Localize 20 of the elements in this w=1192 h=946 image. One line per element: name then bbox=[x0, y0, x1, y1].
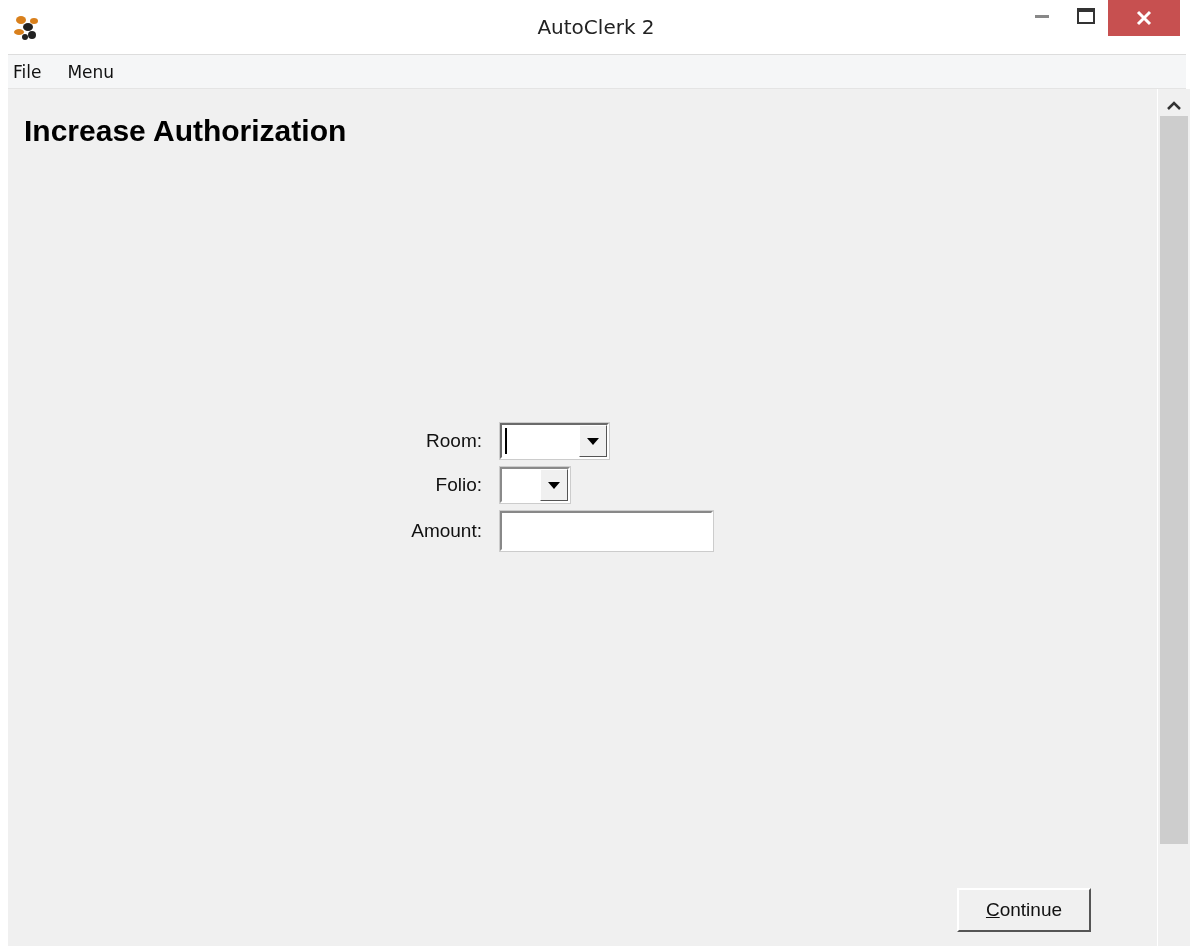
page-heading: Increase Authorization bbox=[24, 114, 348, 148]
close-button[interactable] bbox=[1108, 0, 1180, 36]
menu-item[interactable]: Menu bbox=[54, 61, 128, 82]
scroll-up-icon[interactable] bbox=[1167, 101, 1181, 110]
menu-item[interactable]: File bbox=[8, 61, 55, 82]
field-label: Amount: bbox=[411, 520, 482, 542]
maximize-icon bbox=[1077, 8, 1095, 24]
minimize-icon bbox=[1035, 14, 1049, 18]
close-icon bbox=[1136, 10, 1152, 26]
continue-button[interactable]: Continue bbox=[957, 888, 1091, 932]
scroll-thumb[interactable] bbox=[1160, 116, 1188, 844]
caret-icon bbox=[548, 481, 560, 489]
caret-icon bbox=[587, 437, 599, 445]
field-label: Folio: bbox=[435, 474, 482, 496]
field-label: Room: bbox=[426, 430, 482, 452]
dropdown-field[interactable] bbox=[500, 467, 570, 503]
dropdown-field[interactable] bbox=[500, 423, 609, 459]
window-title: AutoClerk 2 bbox=[536, 15, 656, 39]
input-field[interactable] bbox=[500, 511, 713, 551]
scrollbar[interactable] bbox=[1157, 89, 1190, 946]
